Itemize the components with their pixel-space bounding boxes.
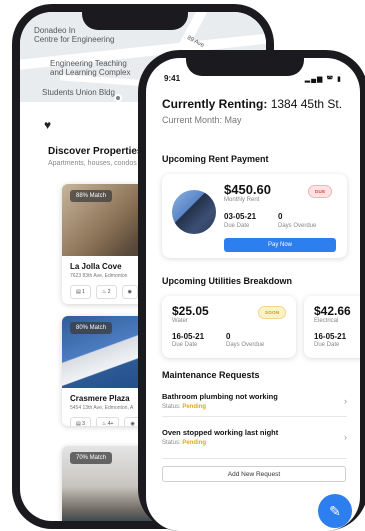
maintenance-request-item[interactable]: Bathroom plumbing not working Status: Pe… <box>162 392 347 410</box>
utility-days-overdue: 0 <box>226 332 231 341</box>
map-label: Students Union Bldg <box>42 88 115 97</box>
bed-count: ▤ 3 <box>70 417 91 426</box>
renting-prefix: Currently Renting: <box>162 97 268 111</box>
maintenance-request-item[interactable]: Oven stopped working last night Status: … <box>162 428 347 446</box>
request-status: Status: Pending <box>162 440 207 446</box>
bed-count: ▤ 1 <box>70 285 91 299</box>
due-badge: DUE <box>308 185 333 198</box>
request-title: Bathroom plumbing not working <box>162 392 278 401</box>
divider <box>162 458 347 459</box>
map-label: Engineering Teaching <box>50 59 127 68</box>
bed-icon: ▤ <box>76 289 81 295</box>
utility-card-water[interactable]: $25.05 Water SOON 16-05-21 Due Date 0 Da… <box>162 296 296 358</box>
discover-title: Discover Properties <box>48 146 143 157</box>
request-status: Status: Pending <box>162 404 207 410</box>
status-time: 9:41 <box>164 74 181 83</box>
rent-days-overdue: 0 <box>278 212 283 221</box>
divider <box>162 416 347 417</box>
front-phone-frame: 9:41 ▂▄▆ ◚ ▮ Currently Renting: 1384 45t… <box>138 50 365 531</box>
utility-type: Water <box>172 318 188 324</box>
utility-days-overdue-label: Days Overdue <box>226 342 265 348</box>
pending-status: Pending <box>182 440 207 446</box>
phone-notch <box>186 50 304 76</box>
rent-days-overdue-label: Days Overdue <box>278 223 317 229</box>
request-title: Oven stopped working last night <box>162 428 279 437</box>
utility-due-date: 16-05-21 <box>172 332 205 341</box>
utility-amount: $42.66 <box>314 304 351 318</box>
bed-icon: ▤ <box>76 421 81 426</box>
building-photo <box>172 190 216 234</box>
maintenance-section-title: Maintenance Requests <box>162 370 260 380</box>
map-pin-icon[interactable] <box>114 94 122 102</box>
front-phone-screen: 9:41 ▂▄▆ ◚ ▮ Currently Renting: 1384 45t… <box>146 58 360 531</box>
more-icon: ◉ <box>121 285 138 299</box>
renting-address: 1384 45th St. <box>270 97 343 111</box>
match-badge: 80% Match <box>70 322 113 334</box>
renting-header: Currently Renting: 1384 45th St. <box>162 97 342 111</box>
rent-amount-label: Monthly Rent <box>224 197 260 203</box>
bath-icon: ♨ <box>101 421 107 426</box>
wifi-icon: ◚ <box>326 76 335 83</box>
current-month: Current Month: May <box>162 115 242 125</box>
rent-section-title: Upcoming Rent Payment <box>162 154 269 164</box>
utility-due-date: 16-05-21 <box>314 332 347 341</box>
signal-icon: ▂▄▆ <box>304 76 324 83</box>
match-badge: 70% Match <box>70 452 113 464</box>
utility-type: Electrical <box>314 318 339 324</box>
bath-count: ♨ 2 <box>95 285 117 299</box>
chevron-right-icon: › <box>344 432 347 442</box>
battery-icon: ▮ <box>337 76 342 83</box>
map-label: Centre for Engineering <box>34 35 115 44</box>
status-icons: ▂▄▆ ◚ ▮ <box>305 75 342 83</box>
pay-now-button[interactable]: Pay Now <box>224 238 336 252</box>
discover-subtitle: Apartments, houses, condos <box>48 160 137 167</box>
rent-due-date: 03-05-21 <box>224 212 257 221</box>
bath-icon: ♨ <box>101 289 107 295</box>
match-badge: 88% Match <box>70 190 113 202</box>
rent-amount: $450.60 <box>224 182 271 197</box>
bath-count: ♨ 4+ <box>95 417 120 426</box>
utility-card-electrical[interactable]: $42.66 Electrical 16-05-21 Due Date <box>304 296 360 358</box>
utility-due-date-label: Due Date <box>172 342 198 348</box>
map-label: and Learning Complex <box>50 68 131 77</box>
rent-due-date-label: Due Date <box>224 223 250 229</box>
heart-icon[interactable]: ♥ <box>44 118 51 132</box>
chevron-right-icon: › <box>344 396 347 406</box>
utilities-section-title: Upcoming Utilities Breakdown <box>162 276 293 286</box>
utility-due-date-label: Due Date <box>314 342 340 348</box>
add-new-request-button[interactable]: Add New Request <box>162 466 346 482</box>
rent-card[interactable]: $450.60 Monthly Rent DUE 03-05-21 Due Da… <box>162 174 347 258</box>
pending-status: Pending <box>182 404 207 410</box>
pencil-icon: ✎ <box>329 502 341 519</box>
phone-notch <box>82 4 188 30</box>
edit-fab-button[interactable]: ✎ <box>318 494 352 528</box>
utility-amount: $25.05 <box>172 304 209 318</box>
map-label: Donadeo In <box>34 26 76 35</box>
soon-badge: SOON <box>258 306 287 319</box>
